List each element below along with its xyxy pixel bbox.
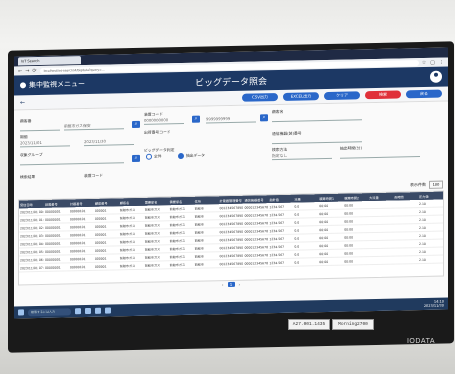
period-from-field[interactable]: 2023/11/01 [20,139,70,148]
asset-label-right: Morning2700 [332,319,374,330]
table-cell: 前館市ガス [143,260,169,270]
table-cell: 0.0 [293,257,319,267]
monitor-brand-logo: IODATA [406,338,435,345]
radio-data-icon [178,152,184,160]
subscriber-code-label: 出荷番号コード [144,129,171,135]
chrome-icon[interactable] [105,307,111,314]
table-cell: 前館市 [193,259,219,269]
forward-nav-icon[interactable]: → [25,68,29,74]
browser-icons: ☆ ▢ ⋮ [422,59,444,65]
table-cell: 前館市ガス [118,261,144,270]
customer-search-icon[interactable]: ⌕ [132,120,140,129]
pager-prev[interactable]: ‹ [222,282,224,287]
results-table: 受信日時 装置番号 計器番号 顧客番号 顧客名 需要家名 需要家名 住所 計量器管理番号 通信機器… [18,190,444,286]
home-icon[interactable] [20,82,26,89]
table-cell: 000001 [93,261,119,271]
table-cell: 00000101 [68,262,94,271]
device-to-search-icon[interactable]: ⌕ [260,114,268,122]
table-cell [393,255,418,265]
table-cell: 前館市ガス [168,260,194,269]
table-cell: 2023/11/01 07:00 [19,263,44,272]
collect-group-field[interactable] [20,156,124,166]
table-cell: 0012345678900 [218,259,244,268]
customer-code-field[interactable] [20,123,60,132]
csv-export-button[interactable]: CSV出力 [242,93,278,102]
browser-tab[interactable]: IoT Search [18,56,81,66]
star-icon[interactable]: ☆ [422,59,426,65]
user-avatar-icon[interactable] [430,70,442,83]
radio-all-icon [146,153,152,160]
device-code-to-field[interactable]: 9999999999 [206,115,256,124]
return-button[interactable]: 戻る [406,89,442,99]
terminal-field[interactable] [272,135,362,145]
search-type-select[interactable]: 指定なし [272,151,332,161]
table-cell: 00:00 [318,257,344,266]
period-to-field[interactable]: 2023/11/30 [84,138,134,147]
task-view-icon[interactable] [75,308,81,315]
table-cell: 0000123456789 [243,258,269,268]
unit-code-label: 装置コード [84,172,103,179]
reload-icon[interactable]: ⟳ [32,68,36,74]
monitor-screen: IoT Search ← → ⟳ localhost/iot-search/#/… [14,47,448,319]
search-result-label: 検索結果 [20,174,36,180]
radio-data-label: 抽出データ [186,152,205,158]
period-time-field[interactable] [340,150,420,159]
table-cell [368,256,394,265]
explorer-icon[interactable] [85,307,91,315]
start-icon[interactable] [18,309,24,316]
device-code-field[interactable]: 0000000000 [144,116,184,125]
customer-name-field[interactable]: 前館市ガス保安 [64,122,124,131]
table-body: 2023/11/01 00:00 00000001 00000101 000001 前館… [19,199,443,272]
search-button[interactable]: 検索 [365,90,401,100]
back-arrow-icon[interactable]: ← [20,99,25,106]
clock-date: 2023/11/30 [423,303,444,308]
radio-all[interactable]: 全件 [146,153,162,160]
pager-next[interactable]: › [239,282,241,287]
taskbar-clock: 14:10 2023/11/30 [424,300,444,308]
table-cell: 1234.567 [268,258,294,267]
extensions-icon[interactable]: ▢ [430,59,435,65]
clear-button[interactable]: クリア [324,91,360,101]
count-select[interactable]: 100 [429,180,443,189]
group-search-icon[interactable]: ⌕ [132,154,140,163]
edge-icon[interactable] [95,307,101,314]
table-cell: 00000001 [43,262,69,272]
pager-current[interactable]: 1 [227,281,235,288]
asset-label-left: A27.001.1435 [288,319,330,330]
customer-name-input[interactable] [272,113,362,123]
excel-export-button[interactable]: EXCEL出力 [283,92,319,101]
radio-all-label: 全件 [154,153,162,159]
radio-data[interactable]: 抽出データ [178,153,205,160]
taskbar-search[interactable]: 検索するには入力 [28,307,71,316]
count-label: 表示件数 [410,181,426,188]
menu-icon[interactable]: ⋮ [439,59,444,65]
menu-title[interactable]: 集中監視メニュー [29,79,85,90]
table-cell: 00:00 [343,256,369,266]
table-cell: 2.10 [418,255,443,264]
back-nav-icon[interactable]: ← [18,68,22,74]
device-search-icon[interactable]: ⌕ [192,115,200,123]
